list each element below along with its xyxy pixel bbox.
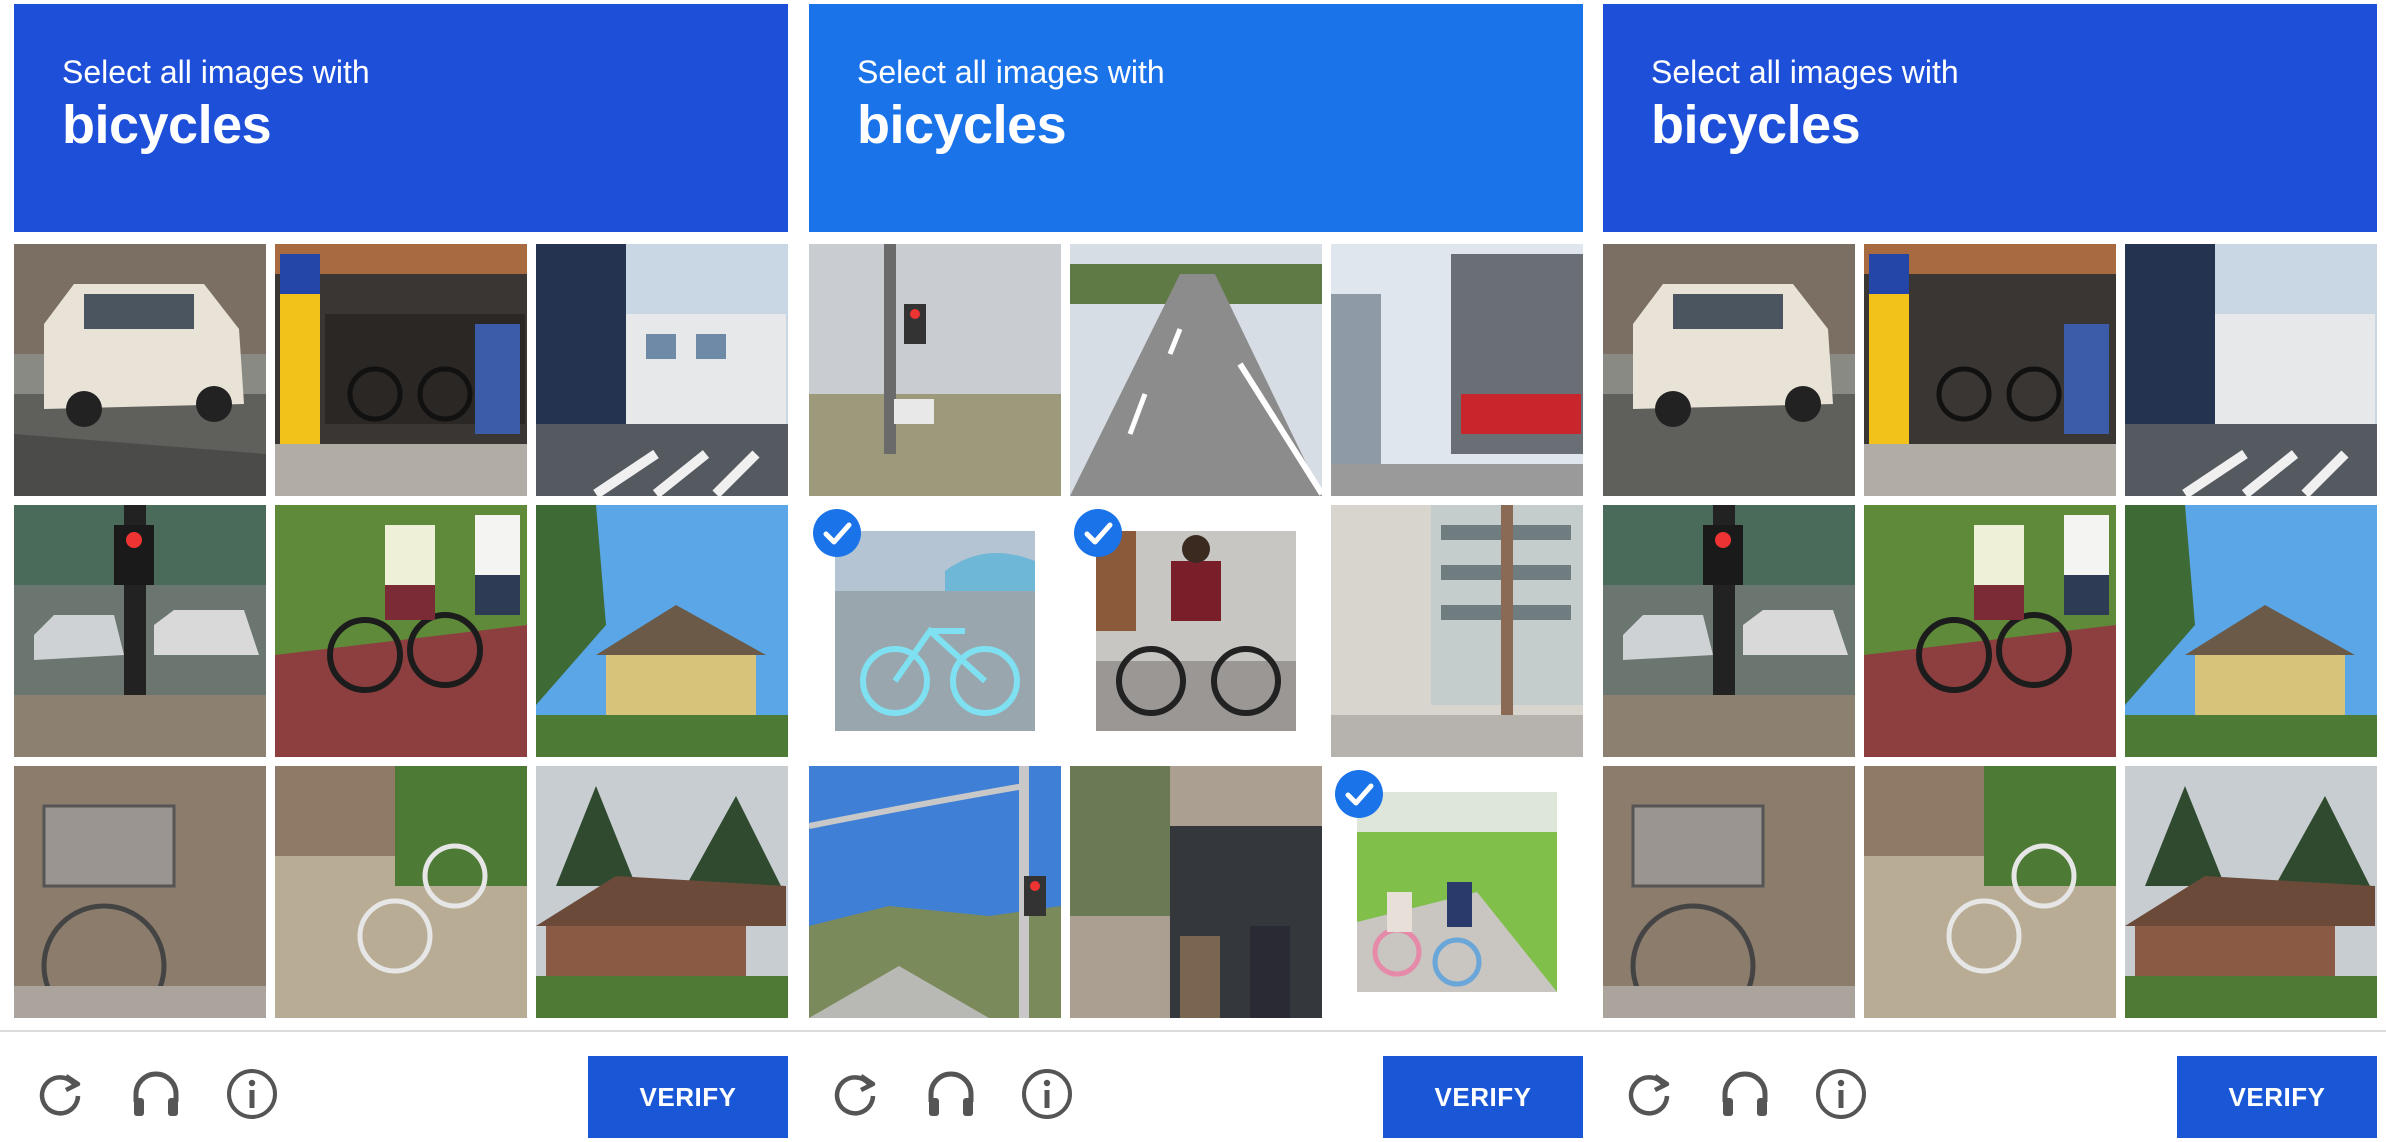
verify-button[interactable]: VERIFY bbox=[588, 1056, 788, 1138]
headphones-icon[interactable] bbox=[128, 1066, 184, 1122]
image-tile-bike-basket[interactable] bbox=[1603, 766, 1855, 1018]
image-tile-cyclists[interactable] bbox=[275, 505, 527, 757]
tile-image bbox=[275, 766, 527, 1018]
tile-image bbox=[2125, 766, 2377, 1018]
image-tile-brick-house[interactable] bbox=[536, 766, 788, 1018]
instruction-text: Select all images with bbox=[62, 54, 370, 90]
checkmark-icon bbox=[1335, 770, 1383, 818]
tile-image bbox=[275, 244, 527, 496]
target-object-text: bicycles bbox=[62, 95, 272, 155]
tile-image bbox=[1603, 505, 1855, 757]
image-tile-traffic-light[interactable] bbox=[14, 505, 266, 757]
tile-image bbox=[1070, 244, 1322, 496]
image-tile-traffic-light[interactable] bbox=[1603, 505, 1855, 757]
instruction-text: Select all images with bbox=[1651, 54, 1959, 90]
captcha-panel-3: Select all images with bicycles VERIFY bbox=[1603, 4, 2377, 1138]
tile-image bbox=[14, 505, 266, 757]
image-tile-cyclists[interactable] bbox=[1864, 505, 2116, 757]
image-grid bbox=[1603, 244, 2377, 1018]
tile-image bbox=[809, 244, 1061, 496]
tile-image bbox=[14, 244, 266, 496]
image-grid bbox=[14, 244, 788, 1018]
image-tile-stairs[interactable] bbox=[1070, 766, 1322, 1018]
captcha-controls: VERIFY bbox=[1603, 1052, 2377, 1142]
image-tile-street[interactable] bbox=[2125, 244, 2377, 496]
image-tile-traffic-light-field[interactable] bbox=[809, 244, 1061, 496]
tile-image bbox=[14, 766, 266, 1018]
image-tile-brick-house[interactable] bbox=[2125, 766, 2377, 1018]
tile-image bbox=[1331, 244, 1583, 496]
image-grid bbox=[809, 244, 1583, 1018]
captcha-controls: VERIFY bbox=[809, 1052, 1583, 1142]
checkmark-icon bbox=[1074, 509, 1122, 557]
image-tile-bike-parking[interactable] bbox=[1864, 244, 2116, 496]
headphones-icon[interactable] bbox=[1717, 1066, 1773, 1122]
tile-image bbox=[275, 505, 527, 757]
instruction-text: Select all images with bbox=[857, 54, 1165, 90]
image-tile-city-shop[interactable] bbox=[1331, 244, 1583, 496]
tile-image bbox=[809, 766, 1061, 1018]
tile-image bbox=[1864, 766, 2116, 1018]
captcha-panel-2: Select all images with bicycles VERIFY bbox=[809, 4, 1583, 1138]
tile-image bbox=[835, 531, 1035, 731]
tile-image bbox=[1096, 531, 1296, 731]
image-tile-apartments[interactable] bbox=[1331, 505, 1583, 757]
image-tile-parked-bike[interactable] bbox=[1864, 766, 2116, 1018]
tile-image bbox=[1070, 766, 1322, 1018]
target-object-text: bicycles bbox=[857, 95, 1067, 155]
target-object-text: bicycles bbox=[1651, 95, 1861, 155]
image-tile-highway[interactable] bbox=[1070, 244, 1322, 496]
image-tile-cyclist-red[interactable] bbox=[1070, 505, 1322, 757]
captcha-panel-1: Select all images with bicycles VERIFY bbox=[14, 4, 788, 1138]
image-tile-yellow-house[interactable] bbox=[536, 505, 788, 757]
image-tile-car[interactable] bbox=[1603, 244, 1855, 496]
image-tile-blue-bike[interactable] bbox=[809, 505, 1061, 757]
checkmark-icon bbox=[813, 509, 861, 557]
captcha-controls: VERIFY bbox=[14, 1052, 788, 1142]
tile-image bbox=[1603, 244, 1855, 496]
tile-image bbox=[2125, 244, 2377, 496]
image-tile-road-sky[interactable] bbox=[809, 766, 1061, 1018]
info-icon[interactable] bbox=[1019, 1066, 1075, 1122]
reload-icon[interactable] bbox=[827, 1066, 883, 1122]
reload-icon[interactable] bbox=[1621, 1066, 1677, 1122]
captcha-header: Select all images with bicycles bbox=[14, 4, 788, 232]
tile-image bbox=[1331, 505, 1583, 757]
image-tile-children-bikes[interactable] bbox=[1331, 766, 1583, 1018]
footer-divider bbox=[0, 1030, 2386, 1032]
image-tile-street[interactable] bbox=[536, 244, 788, 496]
verify-button[interactable]: VERIFY bbox=[2177, 1056, 2377, 1138]
tile-image bbox=[1357, 792, 1557, 992]
reload-icon[interactable] bbox=[32, 1066, 88, 1122]
image-tile-yellow-house[interactable] bbox=[2125, 505, 2377, 757]
tile-image bbox=[2125, 505, 2377, 757]
captcha-header: Select all images with bicycles bbox=[809, 4, 1583, 232]
tile-image bbox=[536, 505, 788, 757]
headphones-icon[interactable] bbox=[923, 1066, 979, 1122]
tile-image bbox=[1864, 244, 2116, 496]
info-icon[interactable] bbox=[1813, 1066, 1869, 1122]
image-tile-car[interactable] bbox=[14, 244, 266, 496]
image-tile-parked-bike[interactable] bbox=[275, 766, 527, 1018]
image-tile-bike-parking[interactable] bbox=[275, 244, 527, 496]
captcha-header: Select all images with bicycles bbox=[1603, 4, 2377, 232]
tile-image bbox=[1603, 766, 1855, 1018]
info-icon[interactable] bbox=[224, 1066, 280, 1122]
image-tile-bike-basket[interactable] bbox=[14, 766, 266, 1018]
tile-image bbox=[1864, 505, 2116, 757]
verify-button[interactable]: VERIFY bbox=[1383, 1056, 1583, 1138]
tile-image bbox=[536, 244, 788, 496]
tile-image bbox=[536, 766, 788, 1018]
